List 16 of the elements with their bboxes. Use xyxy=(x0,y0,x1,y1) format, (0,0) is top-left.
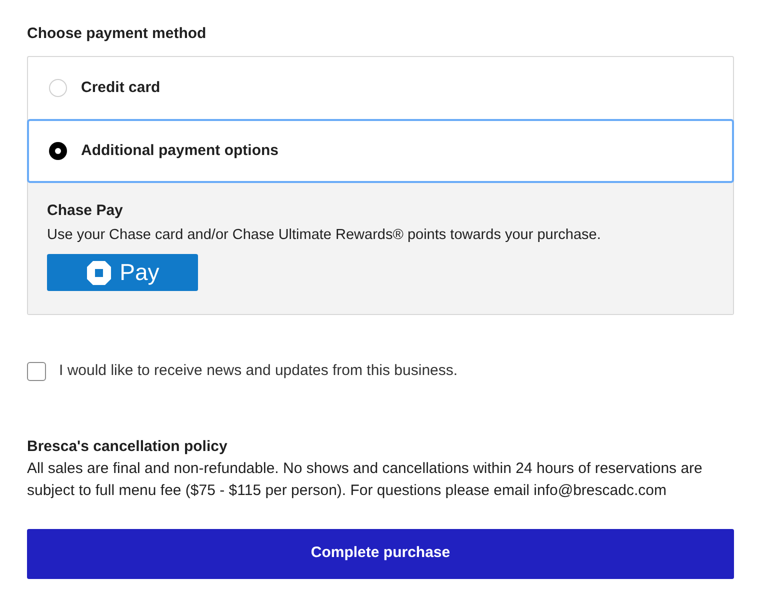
section-heading: Choose payment method xyxy=(27,24,208,44)
policy-title: Bresca's cancellation policy xyxy=(27,436,228,456)
checkbox-label: I would like to receive news and updates from this business. xyxy=(59,361,458,381)
policy-text: All sales are final and non-refundable. No shows and cancellations within 24 hours of reservations are subject to full menu fee ($75 - $115 per person). For questions please email info@brescadc.com xyxy=(27,458,704,501)
panel-title: Chase Pay xyxy=(47,201,124,221)
option-label: Additional payment options xyxy=(81,140,278,161)
option-label: Credit card xyxy=(81,78,160,98)
panel-description: Use your Chase card and/or Chase Ultimate Rewards® points towards your purchase. xyxy=(47,226,602,245)
checkbox[interactable] xyxy=(27,362,46,381)
radio-button[interactable] xyxy=(49,142,67,160)
radio-button[interactable] xyxy=(49,79,67,97)
chase-pay-button[interactable]: Pay xyxy=(47,254,198,291)
payment-option[interactable]: Credit card xyxy=(28,57,733,119)
payment-option[interactable]: Additional payment options xyxy=(27,119,734,183)
complete-purchase-button[interactable]: Complete purchase xyxy=(27,528,734,578)
chase-logo-icon xyxy=(86,260,112,286)
